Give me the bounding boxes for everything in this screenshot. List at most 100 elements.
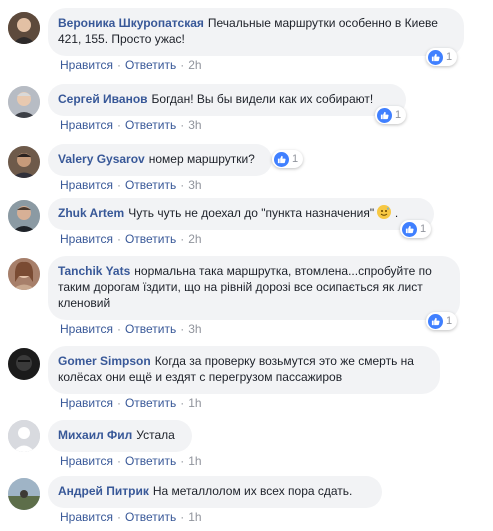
comment-bubble: Андрей Питрик На металлолом их всех пора … [48,476,382,508]
like-button[interactable]: Нравится [60,232,113,246]
avatar[interactable] [8,146,40,178]
reaction-count[interactable]: 1 [400,220,432,238]
timestamp[interactable]: 3h [188,118,201,132]
separator: · [180,510,185,524]
reaction-number: 1 [395,109,402,121]
timestamp[interactable]: 2h [188,58,201,72]
reaction-count[interactable]: 1 [426,48,458,66]
separator: · [180,118,185,132]
like-reaction-icon [402,221,417,237]
like-reaction-icon [428,49,443,65]
landscape-avatar-icon [8,478,40,510]
separator: · [116,178,121,192]
separator: · [180,396,185,410]
comment-bubble: Gomer Simpson Когда за проверку возьмутся… [48,346,440,394]
comment-author[interactable]: Сергей Иванов [58,92,148,106]
avatar[interactable] [8,258,40,290]
comment-author[interactable]: Zhuk Artem [58,206,124,220]
comment-actions: Нравится · Ответить · 1h [60,454,202,468]
separator: · [116,396,121,410]
comment-actions: Нравится · Ответить · 2h [60,232,202,246]
like-button[interactable]: Нравится [60,58,113,72]
comment-text: Устала [136,428,175,442]
avatar[interactable] [8,86,40,118]
like-reaction-icon [428,313,443,329]
separator: · [116,454,121,468]
timestamp[interactable]: 3h [188,178,201,192]
man-avatar-icon [8,200,40,232]
separator: · [180,178,185,192]
comment-actions: Нравится · Ответить · 3h [60,118,202,132]
dark-avatar-icon [8,348,40,380]
avatar[interactable] [8,420,40,452]
like-button[interactable]: Нравится [60,454,113,468]
like-reaction-icon [377,107,392,123]
reply-button[interactable]: Ответить [125,510,176,524]
sweat-smile-emoji-icon [377,205,392,219]
reaction-number: 1 [446,315,453,327]
comment-bubble: Valery Gysarov номер маршрутки? [48,144,272,176]
comment-actions: Нравится · Ответить · 1h [60,510,202,524]
like-reaction-icon [274,151,289,167]
timestamp[interactable]: 1h [188,396,201,410]
comment-author[interactable]: Михаил Фил [58,428,132,442]
man-avatar-icon [8,86,40,118]
reply-button[interactable]: Ответить [125,454,176,468]
comment-text: номер маршрутки? [148,152,255,166]
separator: · [116,510,121,524]
timestamp[interactable]: 2h [188,232,201,246]
avatar[interactable] [8,200,40,232]
timestamp[interactable]: 3h [188,322,201,336]
timestamp[interactable]: 1h [188,510,201,524]
reply-button[interactable]: Ответить [125,178,176,192]
like-button[interactable]: Нравится [60,510,113,524]
separator: · [180,322,185,336]
avatar[interactable] [8,478,40,510]
comment-author[interactable]: Вероника Шкуропатская [58,16,204,30]
separator: · [116,58,121,72]
comment-bubble: Zhuk Artem Чуть чуть не доехал до "пункта… [48,198,434,230]
comment-actions: Нравится · Ответить · 3h [60,322,202,336]
comment-author[interactable]: Tanchik Yats [58,264,130,278]
like-button[interactable]: Нравится [60,118,113,132]
comment-author[interactable]: Valery Gysarov [58,152,145,166]
reaction-count[interactable]: 1 [272,150,304,168]
woman-avatar-icon [8,12,40,44]
default-avatar-icon [8,420,40,452]
reaction-number: 1 [446,51,453,63]
reply-button[interactable]: Ответить [125,232,176,246]
reply-button[interactable]: Ответить [125,322,176,336]
reply-button[interactable]: Ответить [125,58,176,72]
man-avatar-icon [8,146,40,178]
comment-author[interactable]: Андрей Питрик [58,484,149,498]
comment-actions: Нравится · Ответить · 2h [60,58,202,72]
like-button[interactable]: Нравится [60,178,113,192]
comment-bubble: Вероника Шкуропатская Печальные маршрутки… [48,8,464,56]
comment-bubble: Сергей Иванов Богдан! Вы бы видели как их… [48,84,406,116]
reply-button[interactable]: Ответить [125,118,176,132]
comment-text: Чуть чуть не доехал до "пункта назначени… [128,206,375,220]
avatar[interactable] [8,348,40,380]
reaction-count[interactable]: 1 [426,312,458,330]
reaction-number: 1 [420,223,427,235]
reaction-number: 1 [292,153,299,165]
comment-author[interactable]: Gomer Simpson [58,354,151,368]
separator: · [116,322,121,336]
comment-bubble: Михаил Фил Устала [48,420,192,452]
reply-button[interactable]: Ответить [125,396,176,410]
separator: · [180,232,185,246]
comment-actions: Нравится · Ответить · 3h [60,178,202,192]
like-button[interactable]: Нравится [60,396,113,410]
comment-text-suffix: . [394,206,399,220]
comment-bubble: Tanchik Yats нормальна така маршрутка, вт… [48,256,460,320]
comment-text: Богдан! Вы бы видели как их собирают! [151,92,374,106]
avatar[interactable] [8,12,40,44]
comment-text: На металлолом их всех пора сдать. [152,484,353,498]
like-button[interactable]: Нравится [60,322,113,336]
separator: · [180,454,185,468]
reaction-count[interactable]: 1 [375,106,407,124]
separator: · [116,232,121,246]
separator: · [180,58,185,72]
woman-avatar-icon [8,258,40,290]
timestamp[interactable]: 1h [188,454,201,468]
